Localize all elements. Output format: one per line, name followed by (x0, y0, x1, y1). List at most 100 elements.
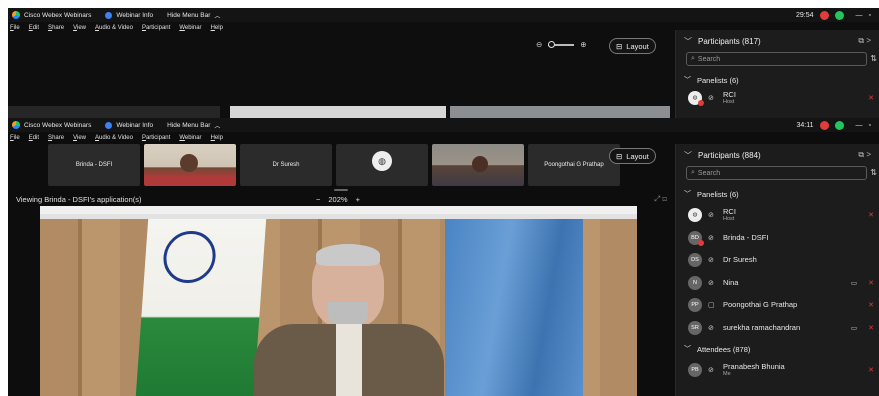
front-layout-button[interactable]: ⊟ Layout (609, 148, 656, 164)
session-clock: 34:11 (796, 121, 814, 129)
mic-icon: ⊘ (708, 234, 714, 242)
viewing-label: Viewing Brinda - DSFI's application(s) (16, 194, 142, 204)
menu-view[interactable]: View (73, 135, 86, 141)
video-tile-person-1[interactable] (144, 144, 236, 186)
zoom-out-icon[interactable]: ⊖ (536, 40, 542, 49)
participants-search-input[interactable]: ⌕ Search (686, 166, 867, 180)
webex-logo-icon (12, 11, 20, 19)
avatar-initials: N (693, 279, 697, 286)
minimize-icon[interactable]: — (856, 12, 863, 19)
share-options-icon[interactable]: ⤢ ⊡ (654, 194, 667, 204)
menu-view[interactable]: View (73, 25, 86, 31)
attendee-name-text: Pranabesh Bhunia (723, 362, 785, 372)
search-icon: ⌕ (691, 169, 695, 176)
video-tile-person-2[interactable] (432, 144, 524, 186)
viewing-bar: Viewing Brinda - DSFI's application(s) −… (8, 192, 675, 206)
flag-un (445, 219, 583, 396)
top-titlebar: Cisco Webex Webinars Webinar Info Hide M… (8, 8, 879, 22)
sort-icon[interactable]: ⇅ (870, 54, 877, 63)
zoom-in-icon[interactable]: ⊕ (580, 40, 586, 49)
hide-menu-bar-button[interactable]: Hide Menu Bar ︿ (167, 121, 220, 130)
panelist-row[interactable]: SR ⊘ surekha ramachandran ▭ ✕ (676, 317, 879, 340)
top-layout-button[interactable]: ⊟ Layout (609, 38, 656, 54)
panelist-row[interactable]: DS ⊘ Dr Suresh (676, 249, 879, 272)
panelist-name: surekha ramachandran (723, 323, 800, 332)
zoom-out-button[interactable]: − (316, 195, 320, 204)
maximize-icon[interactable]: ▫ (869, 12, 871, 19)
menu-participant[interactable]: Participant (142, 135, 170, 141)
zoom-controls: − 202% + (316, 195, 360, 204)
avatar-initials: PB (691, 367, 699, 374)
panelists-count: Panelists (6) (697, 75, 739, 85)
webinar-info-button[interactable]: Webinar Info (105, 11, 153, 19)
popout-icon[interactable]: ⧉ > (858, 36, 871, 46)
avatar: SR (688, 320, 702, 335)
attendees-header[interactable]: ﹀ Attendees (878) (676, 339, 879, 359)
popout-icon[interactable]: ⧉ > (858, 150, 871, 160)
mic-icon: ⊘ (708, 95, 714, 102)
app-title-text: Cisco Webex Webinars (24, 11, 92, 19)
sort-icon[interactable]: ⇅ (870, 168, 877, 177)
panelist-row[interactable]: PP ▢ Poongothai G Prathap ✕ (676, 294, 879, 317)
menu-help[interactable]: Help (211, 135, 223, 141)
menu-audio-video[interactable]: Audio & Video (95, 25, 133, 31)
top-thumb-3 (450, 106, 670, 118)
app-title-text: Cisco Webex Webinars (24, 121, 92, 129)
menu-file[interactable]: File (10, 135, 20, 141)
participants-header[interactable]: ﹀ Participants (884) ⧉ > (676, 144, 879, 166)
zoom-in-button[interactable]: + (356, 195, 360, 204)
zoom-slider[interactable] (548, 40, 575, 48)
top-participants-header[interactable]: ﹀ Participants (817) ⧉ > (676, 30, 879, 52)
strip-drag-handle[interactable] (334, 189, 348, 191)
menu-edit[interactable]: Edit (29, 135, 39, 141)
top-search-input[interactable]: ⌕ Search (686, 52, 867, 66)
minimize-icon[interactable]: — (856, 122, 863, 129)
avatar: ◍ (688, 208, 702, 223)
menu-share[interactable]: Share (48, 135, 64, 141)
mic-icon: ⊘ (708, 257, 714, 265)
attendee-row[interactable]: PB ⊘ Pranabesh Bhunia Me ✕ (676, 359, 879, 382)
hide-menu-bar-button[interactable]: Hide Menu Bar ︿ (167, 11, 220, 20)
menu-participant[interactable]: Participant (142, 25, 170, 31)
panelist-name-text: Nina (723, 277, 739, 287)
webinar-info-button[interactable]: Webinar Info (105, 121, 153, 129)
video-tile-avatar[interactable]: ◍ (336, 144, 428, 186)
mic-icon: ⊘ (708, 212, 714, 220)
attendee-name: Pranabesh Bhunia Me (723, 362, 785, 378)
panelists-header[interactable]: ﹀ Panelists (6) (676, 184, 879, 204)
menu-webinar[interactable]: Webinar (179, 25, 201, 31)
video-tile-brinda[interactable]: Brinda - DSFI (48, 144, 140, 186)
top-panelist-rci[interactable]: ◍ ⊘ RCI Host ✕ (676, 90, 879, 106)
menu-webinar[interactable]: Webinar (179, 135, 201, 141)
person-silhouette (180, 154, 198, 172)
muted-mic-icon[interactable]: ✕ (868, 279, 874, 287)
muted-mic-icon[interactable]: ✕ (868, 94, 874, 102)
webex-logo-icon (12, 121, 20, 129)
participants-count: Participants (817) (698, 36, 761, 46)
panelist-name: Dr Suresh (723, 255, 757, 264)
muted-mic-icon[interactable]: ✕ (868, 324, 874, 332)
menu-share[interactable]: Share (48, 25, 64, 31)
menu-audio-video[interactable]: Audio & Video (95, 135, 133, 141)
muted-mic-icon[interactable]: ✕ (868, 301, 874, 309)
panelist-row[interactable]: BD ⊘ Brinda - DSFI (676, 227, 879, 250)
panelist-row[interactable]: ◍ ⊘ RCI Host ✕ (676, 204, 879, 227)
top-panelists-header[interactable]: ﹀ Panelists (6) (676, 70, 879, 90)
menu-file[interactable]: File (10, 25, 20, 31)
menu-help[interactable]: Help (211, 25, 223, 31)
camera-icon[interactable]: ▭ (851, 279, 857, 287)
menu-edit[interactable]: Edit (29, 25, 39, 31)
top-zoom-control[interactable]: ⊖ ⊕ (536, 40, 587, 49)
maximize-icon[interactable]: ▫ (869, 122, 871, 129)
attendee-role: Me (723, 371, 731, 378)
panelist-role: Host (723, 216, 735, 223)
video-tile-poongothai[interactable]: Poongothai G Prathap (528, 144, 620, 186)
muted-mic-icon[interactable]: ✕ (868, 211, 874, 219)
chevron-up-icon: ︿ (214, 123, 221, 130)
video-tile-dr-suresh[interactable]: Dr Suresh (240, 144, 332, 186)
muted-mic-icon[interactable]: ✕ (868, 366, 874, 374)
recording-icon (819, 120, 829, 130)
camera-icon[interactable]: ▭ (851, 324, 857, 332)
panelist-row[interactable]: N ⊘ Nina ▭ ✕ (676, 272, 879, 295)
layout-label: Layout (626, 151, 649, 161)
